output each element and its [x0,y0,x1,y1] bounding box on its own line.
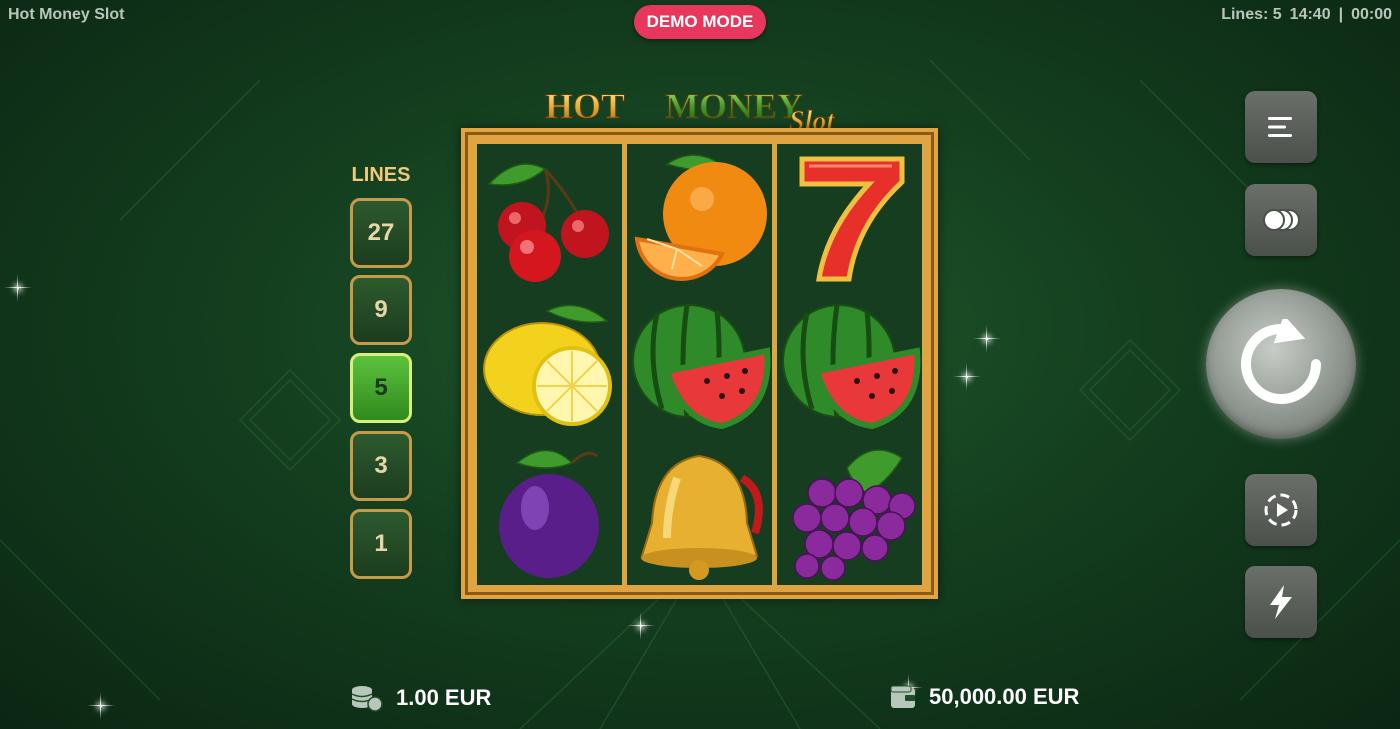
menu-button[interactable] [1245,91,1317,163]
line-option-27[interactable]: 27 [350,198,412,268]
spin-button[interactable] [1206,289,1356,439]
coins-icon [1263,209,1300,231]
spin-icon [1241,319,1321,404]
reels-frame [461,128,938,599]
sparkle [953,363,981,391]
bell-symbol [627,438,772,585]
watermelon-symbol [777,291,922,438]
sparkle [627,612,655,640]
session-timer: 00:00 [1351,6,1392,23]
watermelon-symbol [627,291,772,438]
coin-stack-icon [351,686,383,712]
reel-1 [477,144,622,585]
lemon-symbol [477,291,622,438]
status-separator: | [1338,6,1344,23]
turbo-button[interactable] [1245,566,1317,638]
orange-symbol [627,144,772,291]
demo-mode-badge: DEMO MODE [634,5,766,39]
reel-2 [627,144,772,585]
status-bar: Lines: 5 14:40 | 00:00 [1221,6,1392,24]
game-logo: HOT MONEY Slot [545,86,836,133]
line-option-1[interactable]: 1 [350,509,412,579]
grapes-symbol [777,438,922,585]
bet-amount: 1.00 EUR [396,685,492,710]
turbo-icon [1270,585,1292,619]
wallet-icon [890,685,915,708]
game-title: Hot Money Slot [8,6,125,23]
status-lines: Lines: 5 [1221,6,1282,23]
clock: 14:40 [1289,6,1331,23]
seven-symbol [777,144,922,291]
autoplay-icon [1264,493,1298,527]
line-option-9[interactable]: 9 [350,275,412,345]
sparkle [87,692,115,720]
balance-display: 50,000.00 EUR [889,684,1079,710]
bet-button[interactable] [1245,184,1317,256]
bet-display[interactable]: 1.00 EUR [350,684,491,712]
autoplay-button[interactable] [1245,474,1317,546]
reel-3 [777,144,922,585]
plum-symbol [477,438,622,585]
line-option-3[interactable]: 3 [350,431,412,501]
line-option-5-selected[interactable]: 5 [350,353,412,423]
sparkle [973,325,1001,353]
logo-word-hot: HOT [545,86,625,126]
cherries-symbol [477,144,622,291]
logo-word-money: MONEY [665,86,803,126]
menu-icon [1268,117,1292,137]
lines-label: LINES [351,164,411,186]
balance-amount: 50,000.00 EUR [929,684,1080,709]
sparkle [4,274,32,302]
